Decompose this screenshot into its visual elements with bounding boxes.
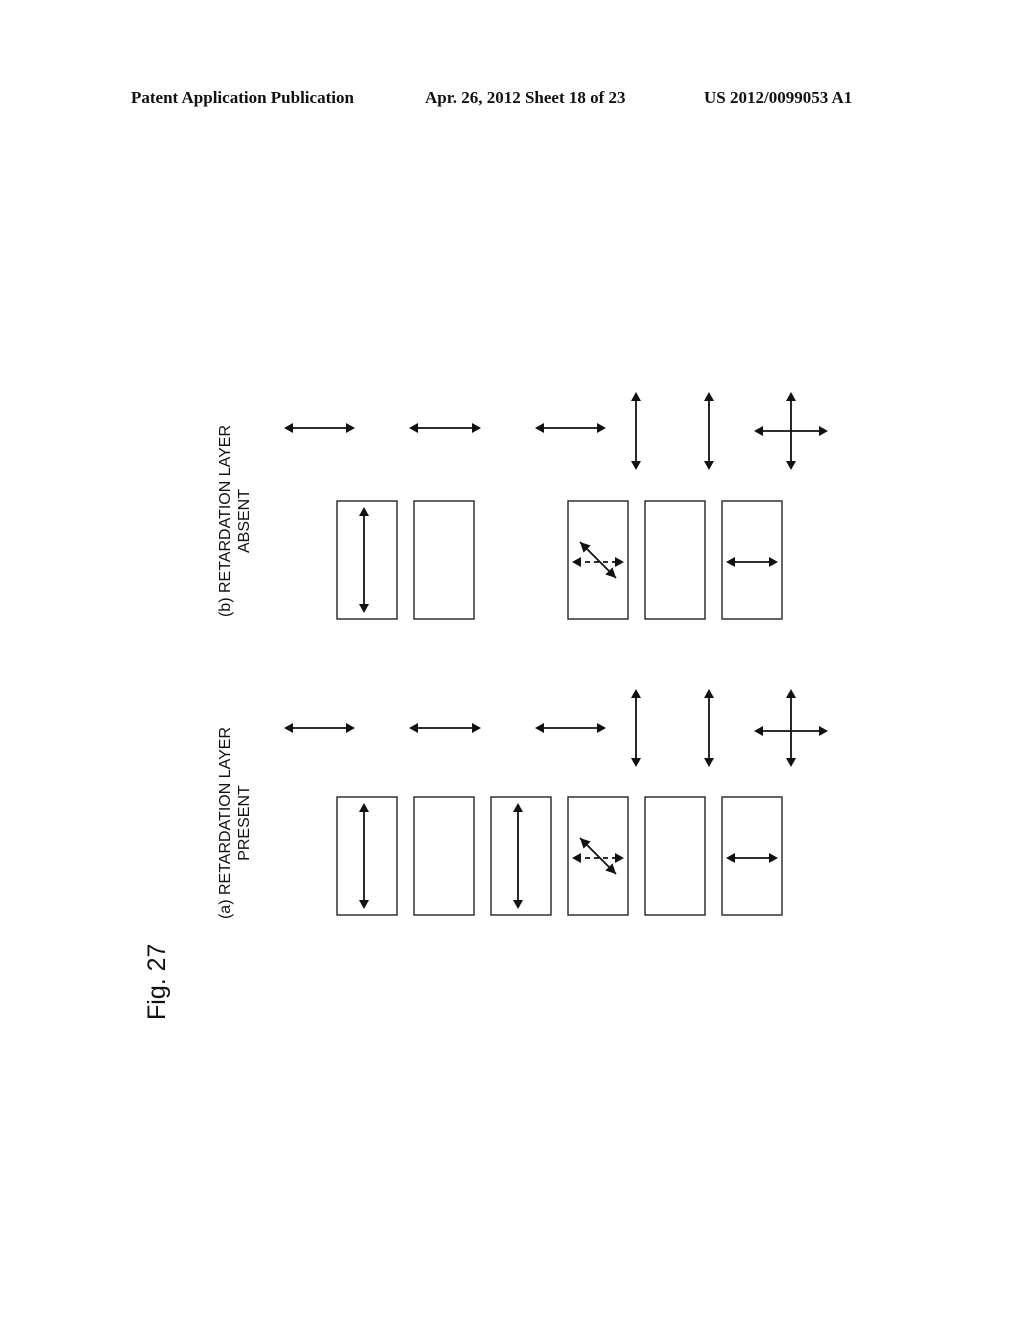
polarizer-vertical-arrow-icon [631,392,641,470]
arrowhead [754,426,763,436]
layer-cell [567,796,629,916]
panel-a-present [284,689,828,916]
cell-border [644,500,706,620]
arrowhead [754,726,763,736]
cell-border [413,796,475,916]
cross-arrow-icon [754,392,828,470]
cell-border [490,796,552,916]
polarizer-horizontal-arrow-icon [284,423,355,433]
arrowhead [409,423,418,433]
cell-border [644,796,706,916]
arrowhead [346,423,355,433]
arrowhead [597,423,606,433]
layer-cell [644,500,706,620]
layer-cell [336,796,398,916]
arrowhead [786,461,796,470]
figure-diagram [284,392,828,916]
arrowhead [346,723,355,733]
arrowhead [786,392,796,401]
layer-cell [644,796,706,916]
cross-arrow-icon [754,689,828,767]
arrowhead [631,461,641,470]
layer-cell [413,796,475,916]
arrowhead [284,423,293,433]
polarizer-horizontal-arrow-icon [535,423,606,433]
vertical-arrow-icon [786,689,796,767]
arrowhead [704,758,714,767]
arrowhead [631,392,641,401]
arrowhead [284,723,293,733]
arrowhead [704,461,714,470]
arrowhead [819,426,828,436]
arrowhead [597,723,606,733]
polarizer-horizontal-arrow-icon [409,723,481,733]
layer-cell [721,796,783,916]
arrowhead [535,423,544,433]
polarizer-horizontal-arrow-icon [284,723,355,733]
arrowhead [409,723,418,733]
polarizer-horizontal-arrow-icon [409,423,481,433]
arrowhead [819,726,828,736]
arrowhead [631,689,641,698]
arrowhead [472,423,481,433]
arrowhead [786,758,796,767]
arrowhead [786,689,796,698]
layer-cell [413,500,475,620]
layer-cell [721,500,783,620]
arrowhead [472,723,481,733]
arrowhead [704,392,714,401]
polarizer-vertical-arrow-icon [704,392,714,470]
cell-border [413,500,475,620]
cell-border [336,796,398,916]
layer-cell [567,500,629,620]
cell-border [336,500,398,620]
arrowhead [535,723,544,733]
arrowhead [631,758,641,767]
layer-cell [490,796,552,916]
polarizer-vertical-arrow-icon [631,689,641,767]
polarizer-vertical-arrow-icon [704,689,714,767]
panel-b-absent [284,392,828,620]
layer-cell [336,500,398,620]
arrowhead [704,689,714,698]
polarizer-horizontal-arrow-icon [535,723,606,733]
